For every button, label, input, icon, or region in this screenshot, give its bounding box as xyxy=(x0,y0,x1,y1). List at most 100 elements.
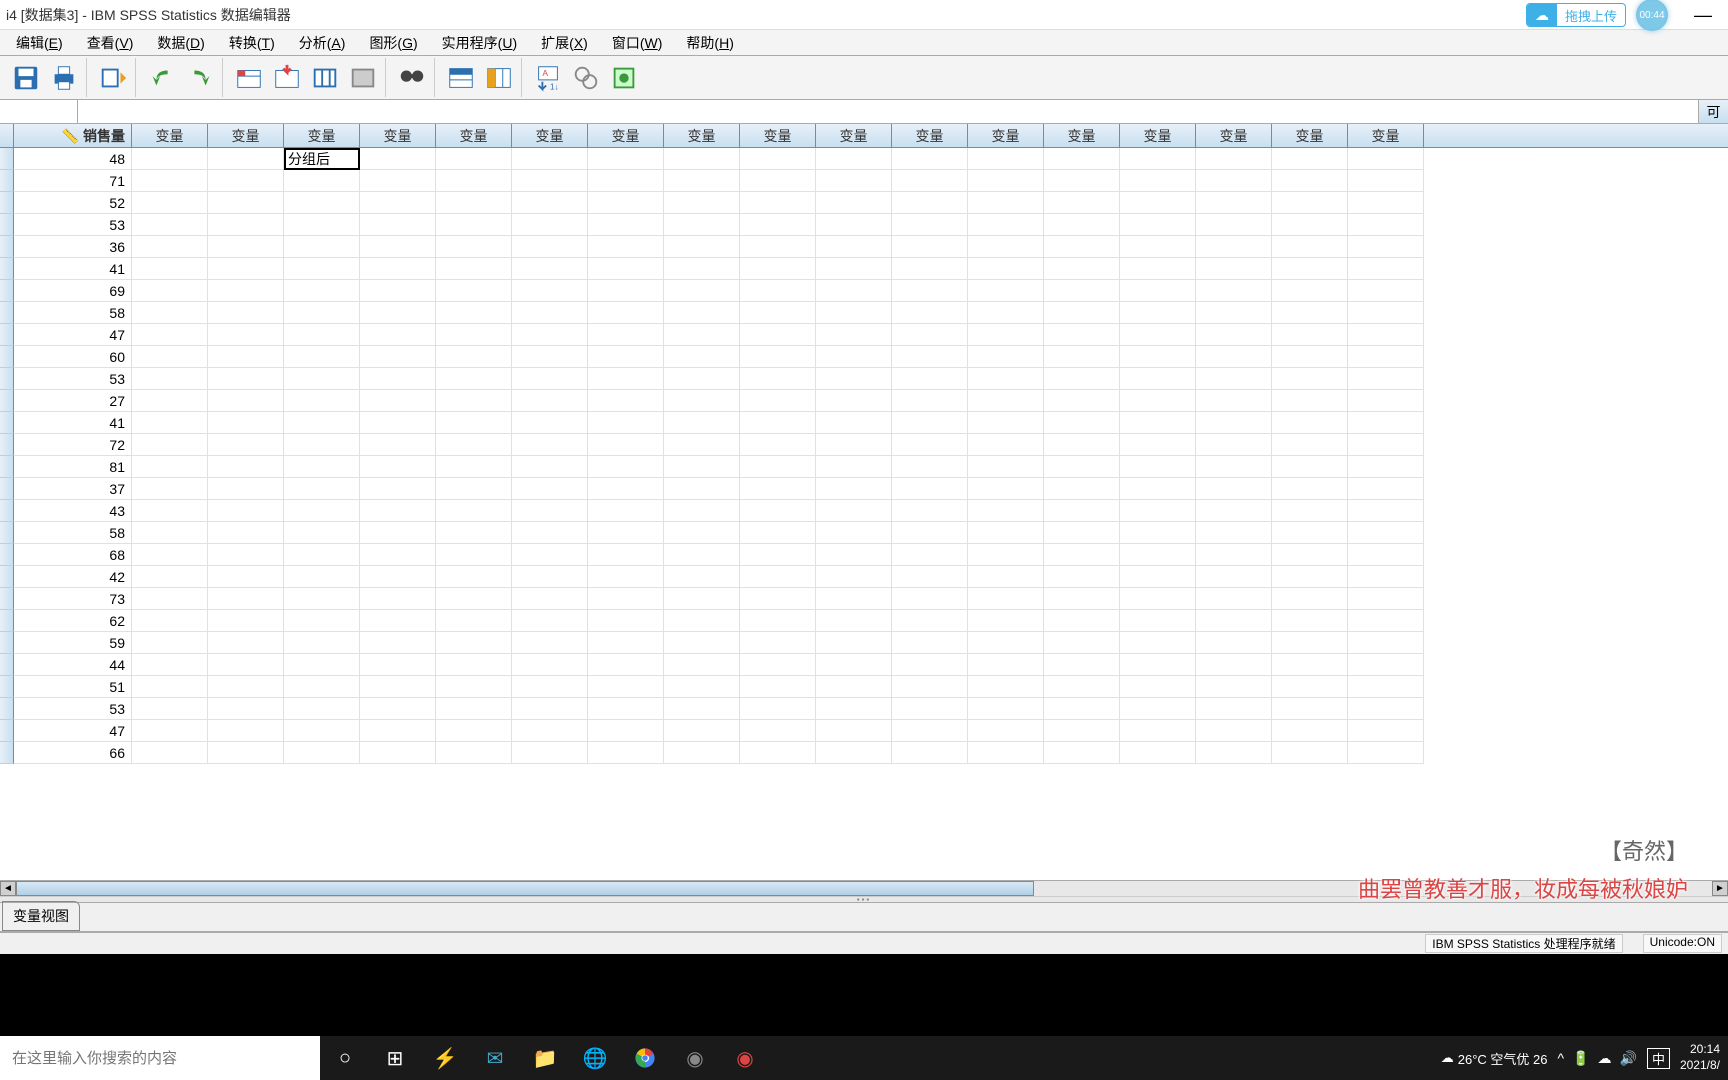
data-cell[interactable] xyxy=(1044,368,1120,390)
data-cell[interactable] xyxy=(968,236,1044,258)
data-cell[interactable] xyxy=(208,742,284,764)
data-cell[interactable] xyxy=(1348,676,1424,698)
data-cell[interactable] xyxy=(208,148,284,170)
data-cell[interactable] xyxy=(360,566,436,588)
data-cell[interactable] xyxy=(132,676,208,698)
data-cell[interactable] xyxy=(1044,148,1120,170)
data-cell[interactable] xyxy=(816,742,892,764)
row-header[interactable] xyxy=(0,676,14,698)
data-cell[interactable] xyxy=(1044,720,1120,742)
data-cell[interactable] xyxy=(892,368,968,390)
data-cell[interactable] xyxy=(132,434,208,456)
tray-volume-icon[interactable]: 🔊 xyxy=(1620,1050,1637,1067)
data-cell[interactable] xyxy=(436,302,512,324)
data-cell[interactable] xyxy=(284,720,360,742)
menu-item[interactable]: 数据(D) xyxy=(145,31,216,55)
undo-button[interactable] xyxy=(144,60,180,96)
data-cell[interactable] xyxy=(360,412,436,434)
taskbar-search[interactable] xyxy=(0,1036,320,1080)
data-cell[interactable] xyxy=(360,258,436,280)
data-cell[interactable] xyxy=(1272,456,1348,478)
data-cell[interactable] xyxy=(436,434,512,456)
data-cell[interactable] xyxy=(1348,742,1424,764)
data-cell[interactable] xyxy=(588,368,664,390)
data-cell[interactable] xyxy=(1196,632,1272,654)
data-cell[interactable] xyxy=(284,632,360,654)
data-cell[interactable] xyxy=(1120,324,1196,346)
cell-editor-input[interactable] xyxy=(286,150,358,168)
taskbar-clock[interactable]: 20:14 2021/8/ xyxy=(1680,1042,1720,1073)
data-cell[interactable] xyxy=(512,742,588,764)
data-cell[interactable] xyxy=(1348,302,1424,324)
run-button[interactable] xyxy=(345,60,381,96)
data-cell[interactable]: 71 xyxy=(14,170,132,192)
data-cell[interactable]: 58 xyxy=(14,522,132,544)
data-cell[interactable] xyxy=(436,588,512,610)
row-header[interactable] xyxy=(0,742,14,764)
data-cell[interactable] xyxy=(284,280,360,302)
data-cell[interactable] xyxy=(1044,302,1120,324)
data-cell[interactable] xyxy=(892,610,968,632)
data-cell[interactable] xyxy=(588,280,664,302)
data-cell[interactable] xyxy=(1348,456,1424,478)
row-header[interactable] xyxy=(0,632,14,654)
data-cell[interactable] xyxy=(1348,368,1424,390)
data-cell[interactable] xyxy=(892,720,968,742)
find-button[interactable] xyxy=(394,60,430,96)
data-cell[interactable] xyxy=(740,698,816,720)
data-cell[interactable] xyxy=(1044,632,1120,654)
minimize-button[interactable]: — xyxy=(1678,5,1728,26)
row-header[interactable] xyxy=(0,720,14,742)
data-cell[interactable] xyxy=(664,434,740,456)
data-cell[interactable] xyxy=(132,192,208,214)
data-cell[interactable] xyxy=(284,170,360,192)
data-cell[interactable] xyxy=(360,192,436,214)
weather-widget[interactable]: ☁ 26°C 空气优 26 xyxy=(1441,1049,1548,1068)
data-cell[interactable] xyxy=(436,676,512,698)
data-cell[interactable] xyxy=(1120,346,1196,368)
data-cell[interactable] xyxy=(360,214,436,236)
data-cell[interactable] xyxy=(588,566,664,588)
data-cell[interactable] xyxy=(132,610,208,632)
select-cases-button[interactable] xyxy=(606,60,642,96)
data-cell[interactable] xyxy=(132,720,208,742)
data-cell[interactable]: 62 xyxy=(14,610,132,632)
data-cell[interactable] xyxy=(132,412,208,434)
data-cell[interactable]: 37 xyxy=(14,478,132,500)
data-cell[interactable] xyxy=(1348,566,1424,588)
data-cell[interactable] xyxy=(740,434,816,456)
data-cell[interactable] xyxy=(1272,434,1348,456)
data-cell[interactable] xyxy=(512,258,588,280)
data-cell[interactable] xyxy=(588,720,664,742)
data-cell[interactable] xyxy=(816,346,892,368)
data-cell[interactable] xyxy=(436,566,512,588)
data-cell[interactable] xyxy=(664,236,740,258)
row-header[interactable] xyxy=(0,214,14,236)
insert-variable-button[interactable] xyxy=(481,60,517,96)
weight-cases-button[interactable] xyxy=(568,60,604,96)
data-cell[interactable] xyxy=(360,698,436,720)
data-cell[interactable] xyxy=(436,720,512,742)
data-cell[interactable] xyxy=(1272,566,1348,588)
data-cell[interactable] xyxy=(892,588,968,610)
data-cell[interactable] xyxy=(740,236,816,258)
data-cell[interactable] xyxy=(360,324,436,346)
data-cell[interactable] xyxy=(664,742,740,764)
column-header-var[interactable]: 变量 xyxy=(360,124,436,147)
goto-case-button[interactable] xyxy=(231,60,267,96)
data-cell[interactable] xyxy=(132,654,208,676)
data-cell[interactable]: 58 xyxy=(14,302,132,324)
data-cell[interactable] xyxy=(892,566,968,588)
row-header[interactable] xyxy=(0,390,14,412)
data-cell[interactable] xyxy=(360,302,436,324)
cell-editor[interactable] xyxy=(284,148,360,170)
data-cell[interactable] xyxy=(588,192,664,214)
menu-item[interactable]: 扩展(X) xyxy=(529,31,600,55)
data-cell[interactable] xyxy=(1348,500,1424,522)
data-cell[interactable] xyxy=(588,522,664,544)
data-cell[interactable] xyxy=(1348,280,1424,302)
data-cell[interactable] xyxy=(1196,214,1272,236)
goto-variable-button[interactable] xyxy=(269,60,305,96)
data-cell[interactable] xyxy=(512,214,588,236)
data-cell[interactable] xyxy=(1196,236,1272,258)
